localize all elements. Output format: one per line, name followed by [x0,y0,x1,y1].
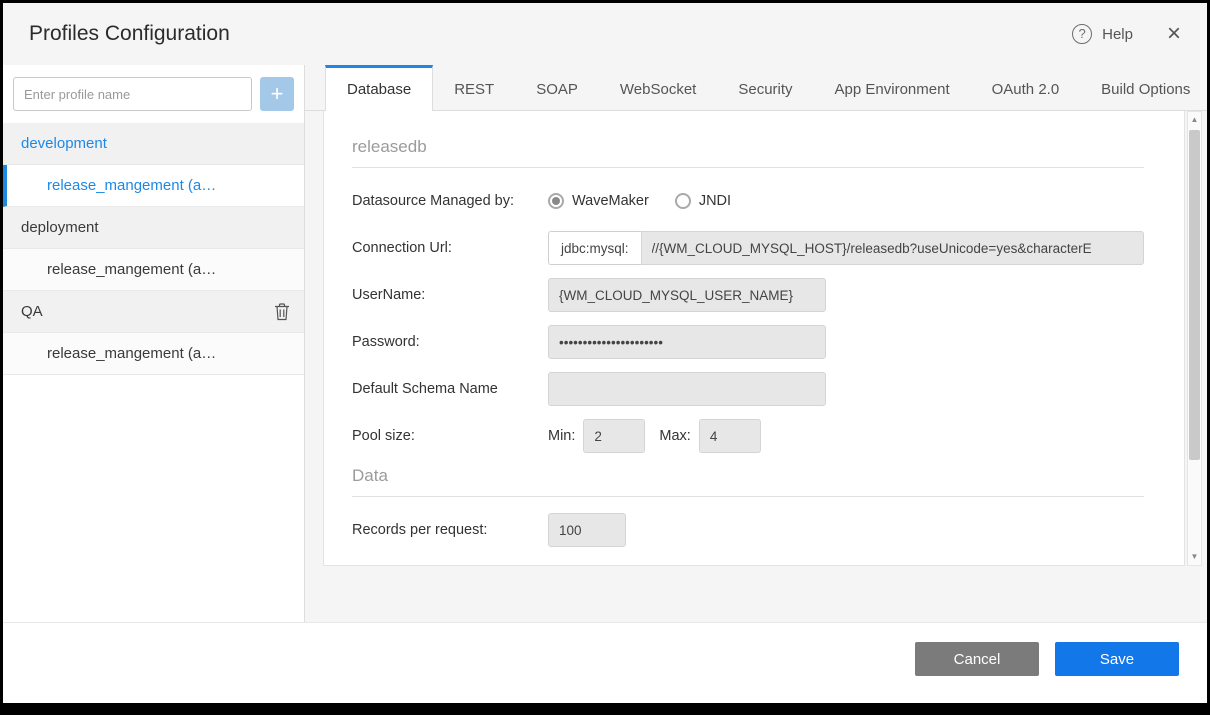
sidebar-item-qa[interactable]: QA [3,291,304,333]
username-label: UserName: [352,287,548,303]
profiles-list: development release_mangement (a… deploy… [3,123,304,375]
pool-max-input[interactable] [699,419,761,453]
connection-url-prefix: jdbc:mysql: [548,231,641,265]
sidebar-item-label: release_mangement (a… [47,261,216,278]
help-button[interactable]: Help [1102,26,1133,43]
close-icon[interactable]: × [1167,22,1181,46]
scrollbar-track[interactable] [1188,128,1201,549]
cancel-button[interactable]: Cancel [915,642,1039,676]
connection-url-row: Connection Url: jdbc:mysql: [352,231,1144,265]
page-title: Profiles Configuration [29,22,230,46]
datasource-managed-row: Datasource Managed by: WaveMaker JNDI [352,184,1144,218]
help-icon[interactable]: ? [1072,24,1092,44]
scroll-down-icon[interactable]: ▼ [1191,549,1199,565]
tab-websocket[interactable]: WebSocket [599,65,717,110]
username-input[interactable] [548,278,826,312]
radio-wavemaker-label: WaveMaker [572,193,649,209]
scroll-up-icon[interactable]: ▲ [1191,112,1199,128]
sidebar-item-label: release_mangement (a… [47,345,216,362]
datasource-managed-label: Datasource Managed by: [352,193,548,209]
pool-size-label: Pool size: [352,428,548,444]
default-schema-label: Default Schema Name [352,381,548,397]
sidebar-item-release-mangement-qa[interactable]: release_mangement (a… [3,333,304,375]
sidebar-item-label: development [21,135,107,152]
profiles-sidebar: + development release_mangement (a… depl… [3,65,305,622]
database-config-panel: releasedb Datasource Managed by: WaveMak… [323,111,1185,566]
section-divider [352,496,1144,497]
sidebar-item-development[interactable]: development [3,123,304,165]
sidebar-item-deployment[interactable]: deployment [3,207,304,249]
tab-build-options[interactable]: Build Options [1080,65,1207,110]
records-per-request-row: Records per request: [352,513,1144,547]
connection-url-label: Connection Url: [352,240,548,256]
tab-app-environment[interactable]: App Environment [814,65,971,110]
tab-security[interactable]: Security [717,65,813,110]
records-per-request-input[interactable] [548,513,626,547]
tab-soap[interactable]: SOAP [515,65,599,110]
sidebar-item-release-mangement-deployment[interactable]: release_mangement (a… [3,249,304,291]
profile-name-input[interactable] [13,77,252,111]
radio-unselected-icon [675,193,691,209]
records-per-request-label: Records per request: [352,522,548,538]
dialog-footer: Cancel Save [3,623,1207,703]
tab-rest[interactable]: REST [433,65,515,110]
sidebar-item-release-mangement-development[interactable]: release_mangement (a… [3,165,304,207]
radio-jndi-label: JNDI [699,193,731,209]
tab-content-area: releasedb Datasource Managed by: WaveMak… [305,111,1207,622]
username-row: UserName: [352,278,1144,312]
section-title-releasedb: releasedb [352,137,1144,157]
vertical-scrollbar[interactable]: ▲ ▼ [1187,111,1202,566]
profile-create-row: + [3,65,304,123]
delete-profile-icon[interactable] [274,303,290,321]
tab-database[interactable]: Database [325,65,433,111]
save-button[interactable]: Save [1055,642,1179,676]
add-profile-button[interactable]: + [260,77,294,111]
radio-selected-icon [548,193,564,209]
radio-wavemaker[interactable]: WaveMaker [548,193,649,209]
connection-url-input[interactable] [641,231,1144,265]
pool-size-row: Pool size: Min: Max: [352,419,1144,453]
pool-min-label: Min: [548,428,575,444]
section-title-data: Data [352,466,1144,486]
sidebar-item-label: deployment [21,219,99,236]
default-schema-row: Default Schema Name [352,372,1144,406]
dialog-body: + development release_mangement (a… depl… [3,65,1207,623]
tab-oauth[interactable]: OAuth 2.0 [971,65,1081,110]
pool-min-input[interactable] [583,419,645,453]
sidebar-item-label: QA [21,303,43,320]
password-row: Password: [352,325,1144,359]
profile-detail-main: Database REST SOAP WebSocket Security Ap… [305,65,1207,622]
profiles-configuration-dialog: Profiles Configuration ? Help × + develo… [3,3,1207,703]
dialog-header: Profiles Configuration ? Help × [3,3,1207,65]
default-schema-input[interactable] [548,372,826,406]
sidebar-item-label: release_mangement (a… [47,177,216,194]
password-label: Password: [352,334,548,350]
password-input[interactable] [548,325,826,359]
scrollbar-thumb[interactable] [1189,130,1200,460]
radio-jndi[interactable]: JNDI [675,193,731,209]
config-tabs: Database REST SOAP WebSocket Security Ap… [305,65,1207,111]
pool-max-label: Max: [659,428,690,444]
section-divider [352,167,1144,168]
trash-icon [274,303,290,321]
